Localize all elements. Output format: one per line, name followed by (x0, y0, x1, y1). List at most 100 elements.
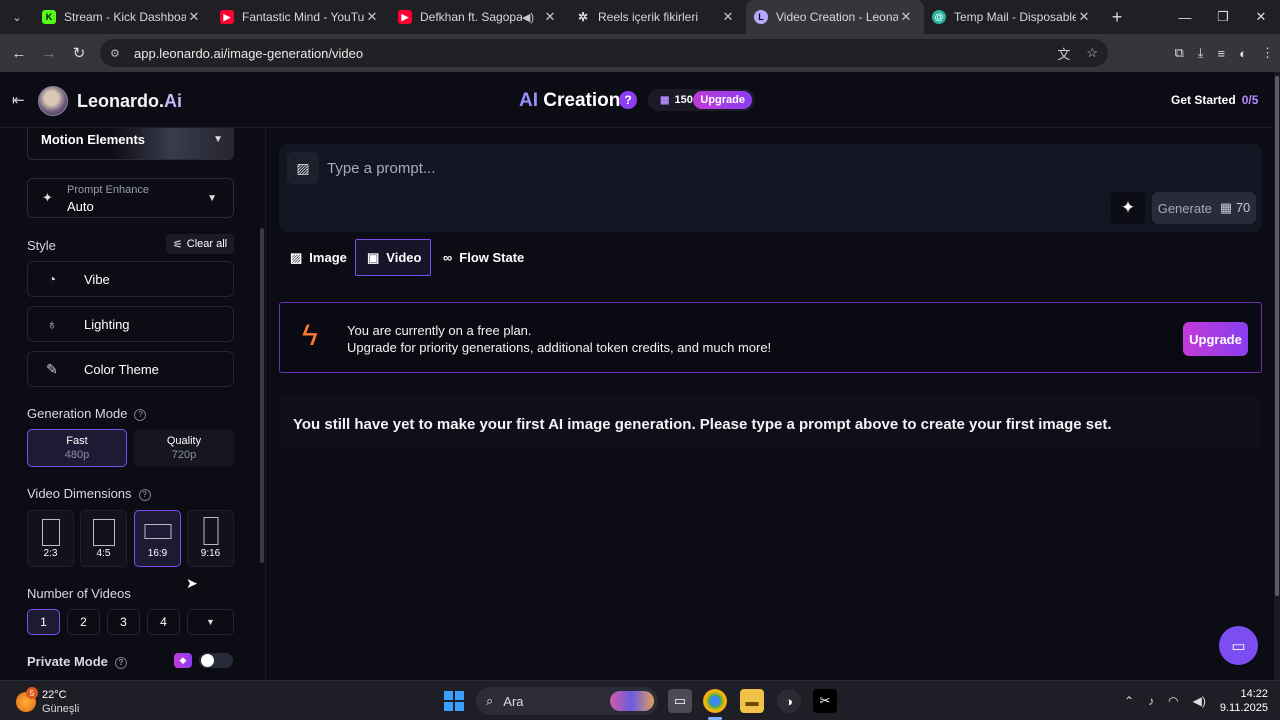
close-tab-icon[interactable]: ✕ (186, 9, 202, 25)
media-control-icon[interactable]: ≡ (1218, 46, 1226, 61)
bookmark-star-icon[interactable]: ☆ (1086, 45, 1098, 61)
close-tab-icon[interactable]: ✕ (720, 9, 736, 25)
number-option-1[interactable]: 1 (27, 609, 60, 635)
collapse-sidebar-icon[interactable]: ⇤ (12, 91, 25, 109)
brand-prefix: Leonardo. (77, 91, 165, 111)
speaker-icon[interactable]: ◀) (522, 11, 534, 24)
forward-arrow-icon[interactable]: → (34, 45, 64, 62)
clock[interactable]: 14:22 9.11.2025 (1220, 687, 1268, 715)
free-plan-banner: ϟ You are currently on a free plan. Upgr… (279, 302, 1262, 373)
dimension-9-16-button[interactable]: 9:16 (187, 510, 234, 567)
video-dimensions-title: Video Dimensions? (27, 486, 151, 501)
private-mode-toggle[interactable] (199, 653, 233, 668)
more-numbers-dropdown[interactable]: ▼ (187, 609, 234, 635)
mode-title: Fast (66, 435, 88, 447)
new-tab-icon[interactable]: + (1102, 7, 1132, 28)
file-explorer-icon[interactable]: ▬ (740, 689, 764, 713)
motion-elements-dropdown[interactable]: Motion Elements ▼ (27, 128, 234, 160)
magic-sparkle-icon[interactable]: ✦ (1111, 192, 1145, 224)
back-arrow-icon[interactable]: ← (4, 45, 34, 62)
sidebar-scrollbar[interactable] (260, 228, 264, 563)
style-lighting[interactable]: ♁ Lighting (27, 306, 234, 342)
generate-button[interactable]: Generate ▦ 70 (1152, 192, 1256, 224)
brand-name[interactable]: Leonardo.Ai (77, 91, 182, 112)
prompt-input[interactable] (327, 158, 1087, 178)
scrollbar-thumb[interactable] (1275, 76, 1279, 596)
tab-search-icon[interactable]: ⌄ (0, 0, 34, 34)
url-bar[interactable]: ⚙ app.leonardo.ai/image-generation/video… (100, 39, 1108, 67)
dimension-16-9-button[interactable]: 16:9 (134, 510, 181, 567)
close-tab-icon[interactable]: ✕ (898, 9, 914, 25)
help-icon[interactable]: ? (619, 91, 637, 109)
token-credits[interactable]: ▦ 150 Upgrade (648, 89, 755, 111)
browser-tab[interactable]: ▶ Defkhan ft. Sagopa Ka ◀) ✕ (390, 0, 568, 34)
profile-icon[interactable]: ◐ (1239, 46, 1247, 61)
info-icon[interactable]: ? (134, 408, 147, 421)
windows-start-icon[interactable] (444, 691, 464, 711)
chrome-menu-icon[interactable]: ⋮ (1261, 45, 1274, 61)
dimension-4-5-button[interactable]: 4:5 (80, 510, 127, 567)
image-upload-icon[interactable]: ▨ (287, 152, 319, 184)
close-tab-icon[interactable]: ✕ (1076, 9, 1092, 25)
tab-flow-state[interactable]: ∞ Flow State (432, 239, 535, 276)
brand-suffix: Ai (164, 91, 183, 111)
chrome-icon[interactable] (703, 689, 727, 713)
taskbar-search[interactable]: ⌕ Ara (476, 687, 658, 715)
task-view-icon[interactable]: ▭ (668, 689, 692, 713)
site-info-icon[interactable]: ⚙ (110, 47, 124, 60)
browser-tab[interactable]: @ Temp Mail - Disposable Te ✕ (924, 0, 1102, 34)
chevron-up-icon[interactable]: ⌃ (1124, 694, 1134, 708)
mode-quality-button[interactable]: Quality 720p (134, 429, 234, 467)
translate-icon[interactable]: 文 (1057, 44, 1070, 63)
clear-all-button[interactable]: ⚟ Clear all (166, 234, 234, 254)
style-color-theme[interactable]: ✎ Color Theme (27, 351, 234, 387)
number-option-4[interactable]: 4 (147, 609, 180, 635)
info-icon[interactable]: ? (114, 656, 127, 669)
volume-icon[interactable]: ◀) (1193, 694, 1206, 708)
window-controls: — ❐ ✕ (1166, 0, 1280, 34)
style-vibe[interactable]: ◔ Vibe (27, 261, 234, 297)
app-icon[interactable]: ◑ (777, 689, 801, 713)
restore-icon[interactable]: ❐ (1204, 0, 1242, 34)
dimension-2-3-button[interactable]: 2:3 (27, 510, 74, 567)
browser-tab[interactable]: K Stream - Kick Dashboard ✕ (34, 0, 212, 34)
mode-fast-button[interactable]: Fast 480p (27, 429, 127, 467)
tab-image[interactable]: ▨ Image (279, 239, 358, 276)
prompt-card: ▨ ✦ Generate ▦ 70 (279, 144, 1262, 232)
capcut-icon[interactable]: ✂ (813, 689, 837, 713)
chevron-down-icon: ▼ (206, 617, 215, 627)
browser-tab[interactable]: ▶ Fantastic Mind - YouTube ✕ (212, 0, 390, 34)
get-started-button[interactable]: Get Started 0/5 (1171, 93, 1258, 107)
wifi-icon[interactable]: ◠ (1168, 694, 1178, 708)
banner-line-1: You are currently on a free plan. (347, 323, 532, 338)
extensions-icon[interactable]: ⧉ (1175, 45, 1184, 61)
landscape-frame-icon (144, 524, 171, 539)
minimize-icon[interactable]: — (1166, 0, 1204, 34)
close-window-icon[interactable]: ✕ (1242, 0, 1280, 34)
browser-tab-active[interactable]: L Video Creation - Leonardo ✕ (746, 0, 924, 34)
reload-icon[interactable]: ↻ (64, 44, 94, 62)
portrait-frame-icon (92, 519, 115, 546)
generation-mode-label: Generation Mode (27, 406, 128, 421)
generate-cost: ▦ 70 (1220, 200, 1250, 216)
download-icon[interactable]: ⤓ (1198, 45, 1204, 61)
weather-widget[interactable]: 5 22°C Güneşli (16, 687, 96, 717)
system-tray: ⌃ ♪ ◠ ◀) 14:22 9.11.2025 (1124, 681, 1268, 720)
banner-upgrade-button[interactable]: Upgrade (1183, 322, 1248, 356)
microphone-icon[interactable]: ♪ (1148, 694, 1154, 708)
prompt-enhance-select[interactable]: ✦ Prompt Enhance Auto ▼ (27, 178, 234, 218)
page-scrollbar[interactable] (1274, 72, 1280, 680)
motion-elements-label: Motion Elements (41, 132, 146, 147)
number-option-2[interactable]: 2 (67, 609, 100, 635)
close-tab-icon[interactable]: ✕ (542, 9, 558, 25)
close-tab-icon[interactable]: ✕ (364, 9, 380, 25)
browser-tab[interactable]: ✲ Reels içerik fikirleri ✕ (568, 0, 746, 34)
header-upgrade-button[interactable]: Upgrade (693, 91, 752, 109)
leonardo-logo[interactable] (38, 86, 68, 116)
tab-video[interactable]: ▣ Video (355, 239, 431, 276)
tab-title: Fantastic Mind - YouTube (242, 10, 364, 24)
number-option-3[interactable]: 3 (107, 609, 140, 635)
info-icon[interactable]: ? (138, 488, 151, 501)
tab-title: Video Creation - Leonardo (776, 10, 898, 24)
support-chat-icon[interactable]: ▭ (1219, 626, 1258, 665)
